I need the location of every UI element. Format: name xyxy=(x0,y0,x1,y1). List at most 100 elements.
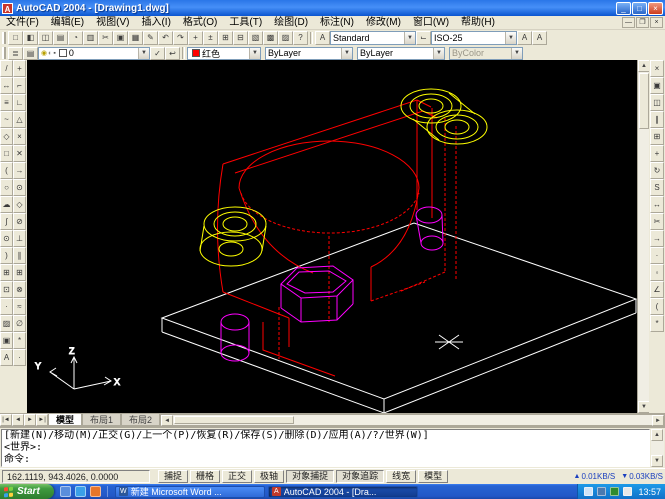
open-button[interactable]: ◧ xyxy=(23,31,38,45)
intersection-snap-tool[interactable]: × xyxy=(13,128,26,145)
revision-cloud-tool[interactable]: ☁ xyxy=(0,196,13,213)
chevron-down-icon[interactable]: ▼ xyxy=(249,47,260,59)
nearest-snap-tool[interactable]: ≈ xyxy=(13,298,26,315)
save-button[interactable]: ◫ xyxy=(38,31,53,45)
coordinate-readout[interactable]: 162.1119, 943.4026, 0.0000 xyxy=(2,470,150,483)
text-style-button[interactable]: A xyxy=(517,31,532,45)
designcenter-button[interactable]: ▩ xyxy=(263,31,278,45)
yellow-flange-top[interactable] xyxy=(401,89,487,144)
layer-properties-button[interactable]: ≣ xyxy=(8,47,23,60)
command-scroll-track[interactable] xyxy=(651,441,664,455)
array-tool[interactable]: ⊞ xyxy=(650,128,664,145)
prev-tab-button[interactable]: ◄ xyxy=(12,414,24,426)
make-object-layer-current-button[interactable]: ✓ xyxy=(150,47,165,60)
mdi-minimize-button[interactable]: — xyxy=(622,17,635,28)
copy-object-tool[interactable]: ▣ xyxy=(650,77,664,94)
color-dropdown[interactable]: 红色 ▼ xyxy=(187,47,261,60)
dim-style-dropdown[interactable]: ISO-25 ▼ xyxy=(431,31,517,45)
tab-model[interactable]: 模型 xyxy=(48,414,82,426)
model-space-toggle[interactable]: 模型 xyxy=(418,470,448,483)
chevron-down-icon[interactable]: ▼ xyxy=(505,32,516,44)
text-style-dropdown[interactable]: Standard ▼ xyxy=(330,31,416,45)
lineweight-dropdown[interactable]: ByLayer ▼ xyxy=(357,47,445,60)
minimize-button[interactable]: _ xyxy=(616,2,631,15)
copy-button[interactable]: ▣ xyxy=(113,31,128,45)
polyline-tool[interactable]: ~ xyxy=(0,111,13,128)
maximize-button[interactable]: □ xyxy=(632,2,647,15)
construction-line-tool[interactable]: ↔ xyxy=(0,77,13,94)
insert-block-tool[interactable]: ⊞ xyxy=(0,264,13,281)
mdi-close-button[interactable]: × xyxy=(650,17,663,28)
start-button[interactable]: Start xyxy=(0,484,54,499)
tool-palettes-button[interactable]: ▨ xyxy=(278,31,293,45)
help-button[interactable]: ? xyxy=(293,31,308,45)
extend-tool[interactable]: → xyxy=(650,230,664,247)
tray-input-method-icon[interactable] xyxy=(623,487,632,496)
chamfer-tool[interactable]: ∠ xyxy=(650,281,664,298)
tray-network-icon[interactable] xyxy=(597,487,606,496)
break-tool[interactable]: ◦ xyxy=(650,264,664,281)
multiline-tool[interactable]: ≡ xyxy=(0,94,13,111)
center-snap-tool[interactable]: ⊙ xyxy=(13,179,26,196)
break-at-point-tool[interactable]: · xyxy=(650,247,664,264)
erase-tool[interactable]: × xyxy=(650,60,664,77)
close-button[interactable]: × xyxy=(648,2,663,15)
grid-toggle[interactable]: 栅格 xyxy=(190,470,220,483)
redo-button[interactable]: ↷ xyxy=(173,31,188,45)
extension-snap-tool[interactable]: → xyxy=(13,162,26,179)
tab-layout1[interactable]: 布局1 xyxy=(82,414,121,426)
snap-toggle[interactable]: 捕捉 xyxy=(158,470,188,483)
tray-antivirus-icon[interactable] xyxy=(610,487,619,496)
vertical-scroll-thumb[interactable] xyxy=(639,73,649,129)
scroll-right-button[interactable]: ► xyxy=(652,415,664,426)
otrack-toggle[interactable]: 对象追踪 xyxy=(336,470,384,483)
hatch-tool[interactable]: ▨ xyxy=(0,315,13,332)
quick-launch-ie[interactable] xyxy=(75,486,86,497)
zoom-previous-button[interactable]: ⊟ xyxy=(233,31,248,45)
apparent-intersection-snap-tool[interactable]: ✕ xyxy=(13,145,26,162)
polygon-tool[interactable]: ◇ xyxy=(0,128,13,145)
tray-volume-icon[interactable] xyxy=(584,487,593,496)
task-autocad[interactable]: A AutoCAD 2004 - [Dra... xyxy=(268,486,418,498)
horizontal-scrollbar[interactable]: ◄ ► xyxy=(160,414,665,426)
node-snap-tool[interactable]: ⊗ xyxy=(13,281,26,298)
dim-style-button[interactable]: A xyxy=(532,31,547,45)
last-tab-button[interactable]: ►| xyxy=(36,414,48,426)
command-scroll-up-button[interactable]: ▲ xyxy=(651,429,663,441)
text-style-icon[interactable]: A xyxy=(315,31,330,45)
drawing-area[interactable]: Z X Y xyxy=(27,60,637,413)
trim-tool[interactable]: ✂ xyxy=(650,213,664,230)
spline-tool[interactable]: ∫ xyxy=(0,213,13,230)
stretch-tool[interactable]: ↔ xyxy=(650,196,664,213)
multiline-text-tool[interactable]: A xyxy=(0,349,13,366)
ellipse-arc-tool[interactable]: ) xyxy=(0,247,13,264)
explode-tool[interactable]: * xyxy=(650,315,664,332)
osnap-toggle[interactable]: 对象捕捉 xyxy=(286,470,334,483)
command-history[interactable]: [新建(N)/移动(M)/正交(G)/上一个(P)/恢复(R)/保存(S)/删除… xyxy=(1,429,650,467)
chevron-down-icon[interactable]: ▼ xyxy=(433,47,444,59)
mdi-restore-button[interactable]: ❐ xyxy=(636,17,649,28)
none-snap-tool[interactable]: ∅ xyxy=(13,315,26,332)
ellipse-tool[interactable]: ⊙ xyxy=(0,230,13,247)
layer-dropdown[interactable]: ◉ ◐ ▪ 0 ▼ xyxy=(38,47,150,60)
first-tab-button[interactable]: |◄ xyxy=(0,414,12,426)
vertical-scrollbar[interactable]: ▲ ▼ xyxy=(637,60,649,413)
ortho-toggle[interactable]: 正交 xyxy=(222,470,252,483)
offset-tool[interactable]: ∥ xyxy=(650,111,664,128)
horizontal-scroll-thumb[interactable] xyxy=(174,416,294,424)
menu-window[interactable]: 窗口(W) xyxy=(407,16,455,29)
midpoint-snap-tool[interactable]: △ xyxy=(13,111,26,128)
menu-tools[interactable]: 工具(T) xyxy=(223,16,268,29)
lineweight-toggle[interactable]: 线宽 xyxy=(386,470,416,483)
zoom-window-button[interactable]: ⊞ xyxy=(218,31,233,45)
temporary-tracking-tool[interactable]: + xyxy=(13,60,26,77)
command-scrollbar[interactable]: ▲ ▼ xyxy=(651,429,664,467)
horizontal-scroll-track[interactable] xyxy=(295,415,652,425)
endpoint-snap-tool[interactable]: ∟ xyxy=(13,94,26,111)
parallel-snap-tool[interactable]: ∥ xyxy=(13,247,26,264)
rotate-tool[interactable]: ↻ xyxy=(650,162,664,179)
pan-button[interactable]: + xyxy=(188,31,203,45)
task-word[interactable]: W 新建 Microsoft Word ... xyxy=(115,486,265,498)
next-tab-button[interactable]: ► xyxy=(24,414,36,426)
chevron-down-icon[interactable]: ▼ xyxy=(404,32,415,44)
